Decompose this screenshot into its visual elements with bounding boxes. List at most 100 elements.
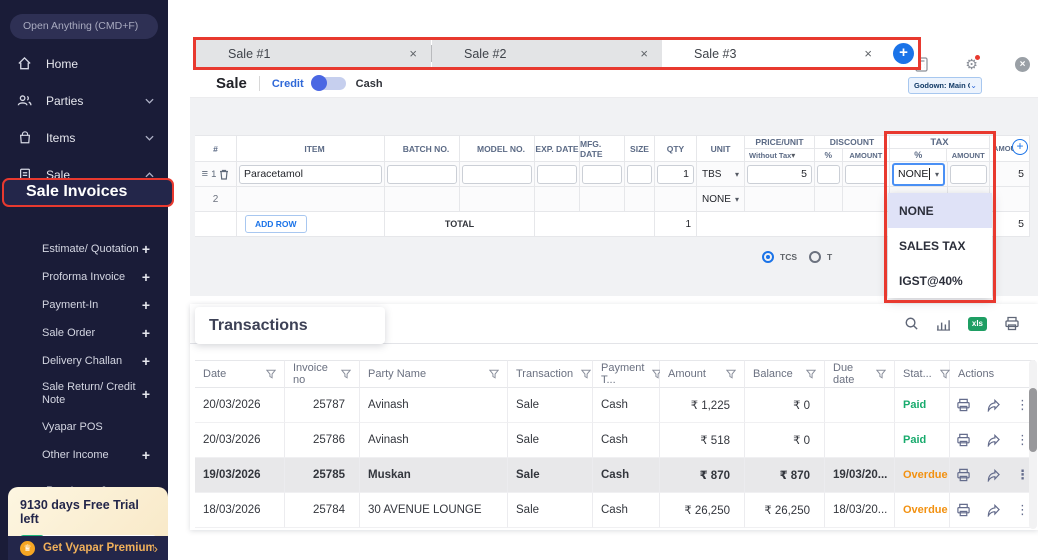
col-amount: Amount <box>660 360 745 388</box>
sidebar-item-payment-in[interactable]: Payment-In + <box>0 291 168 319</box>
close-tab-icon[interactable]: × <box>636 46 652 61</box>
filter-icon[interactable] <box>266 369 276 379</box>
tax-amount-input[interactable] <box>950 164 987 184</box>
filter-icon[interactable] <box>489 369 499 379</box>
print-icon[interactable] <box>1004 316 1020 331</box>
sidebar-item-parties[interactable]: Parties <box>0 82 168 119</box>
settings-gear-icon[interactable]: ⚙ <box>965 55 980 71</box>
sidebar-item-delivery-challan[interactable]: Delivery Challan + <box>0 347 168 375</box>
open-anything-search[interactable]: Open Anything (CMD+F) <box>10 14 158 39</box>
delete-row-icon[interactable] <box>219 169 229 180</box>
transaction-row[interactable]: 20/03/2026 25787 Avinash Sale Cash ₹ 1,2… <box>195 388 1035 423</box>
filter-icon[interactable] <box>341 369 351 379</box>
cell-amount: ₹ 26,250 <box>660 493 745 528</box>
add-column-button[interactable]: + <box>1012 139 1028 155</box>
discount-pct-input[interactable] <box>817 164 840 184</box>
sidebar: Open Anything (CMD+F) Home Parties Items <box>0 0 174 560</box>
add-row-button[interactable]: ADD ROW <box>245 215 307 233</box>
print-icon[interactable] <box>956 468 971 482</box>
total-amount: 5 <box>990 212 1030 237</box>
sidebar-item-sale-invoices-active[interactable]: Sale Invoices <box>2 178 174 207</box>
model-no-input[interactable] <box>462 164 532 184</box>
share-icon[interactable] <box>986 433 1001 447</box>
tax-option-none[interactable]: NONE <box>888 193 992 228</box>
unit-select[interactable]: NONE ▾ <box>697 194 744 205</box>
tax-option-igst40[interactable]: IGST@40% <box>888 263 992 298</box>
tab-sale-2[interactable]: Sale #2 × <box>432 40 662 67</box>
plus-icon[interactable]: + <box>140 386 152 402</box>
transactions-header-row: Date Invoice no Party Name Transaction P… <box>195 360 1035 388</box>
tcs-radio-selected[interactable] <box>762 251 774 263</box>
sidebar-item-sale-return-credit-note[interactable]: Sale Return/ Credit Note + <box>0 375 168 413</box>
cell-amount: ₹ 870 <box>660 458 745 493</box>
filter-icon[interactable] <box>876 369 886 379</box>
sidebar-item-items[interactable]: Items <box>0 119 168 156</box>
exp-date-input[interactable] <box>537 164 577 184</box>
size-input[interactable] <box>627 164 652 184</box>
cash-label[interactable]: Cash <box>356 78 383 90</box>
transaction-row-selected[interactable]: 19/03/2026 25785 Muskan Sale Cash ₹ 870 … <box>195 458 1035 493</box>
share-icon[interactable] <box>986 468 1001 482</box>
sidebar-item-home[interactable]: Home <box>0 45 168 82</box>
plus-icon[interactable]: + <box>140 447 152 463</box>
tab-sale-3-active[interactable]: Sale #3 × <box>662 40 886 67</box>
bar-chart-icon[interactable] <box>936 317 951 331</box>
plus-icon[interactable]: + <box>140 297 152 313</box>
sidebar-item-estimate-quotation[interactable]: Estimate/ Quotation + <box>0 235 168 263</box>
transactions-scrollbar-thumb[interactable] <box>1029 388 1037 452</box>
print-icon[interactable] <box>956 433 971 447</box>
plus-icon[interactable]: + <box>140 325 152 341</box>
close-tab-icon[interactable]: × <box>405 46 421 61</box>
cell-amount: ₹ 518 <box>660 423 745 458</box>
close-window-icon[interactable]: × <box>1015 56 1030 72</box>
item-name-cell[interactable] <box>237 187 385 212</box>
share-icon[interactable] <box>986 398 1001 412</box>
mfg-date-input[interactable] <box>582 164 622 184</box>
close-tab-icon[interactable]: × <box>860 46 876 61</box>
drag-handle-icon[interactable]: ≡ <box>202 168 208 180</box>
export-xls-icon[interactable]: xls <box>967 316 987 331</box>
qty-input[interactable]: 1 <box>657 164 694 184</box>
add-tab-button[interactable]: + <box>893 43 914 64</box>
kebab-menu-icon[interactable]: ⋮ <box>1016 502 1029 518</box>
filter-icon[interactable] <box>939 369 950 379</box>
get-premium-button[interactable]: ♛ Get Vyapar Premium › <box>8 536 168 560</box>
cell-transaction: Sale <box>508 423 593 458</box>
print-icon[interactable] <box>956 398 971 412</box>
kebab-menu-icon[interactable]: ⋮ <box>1016 397 1029 413</box>
sidebar-item-proforma-invoice[interactable]: Proforma Invoice + <box>0 263 168 291</box>
godown-select[interactable]: Godown: Main Go... ⌄ <box>908 77 982 94</box>
tab-sale-1[interactable]: Sale #1 × <box>196 40 431 67</box>
print-icon[interactable] <box>956 503 971 517</box>
price-input[interactable]: 5 <box>747 164 812 184</box>
plus-icon[interactable]: + <box>140 269 152 285</box>
cell-invoice: 25785 <box>285 458 360 493</box>
filter-icon[interactable] <box>726 369 736 379</box>
transactions-scrollbar-track[interactable] <box>1029 360 1037 529</box>
tax-select-combobox[interactable]: NONE ▾ <box>892 162 945 186</box>
search-icon[interactable] <box>904 316 919 331</box>
unit-select[interactable]: TBS ▾ <box>697 169 744 180</box>
item-name-input[interactable]: Paracetamol <box>239 164 382 184</box>
price-tax-mode-select[interactable]: Without Tax ▾ <box>745 149 814 161</box>
transaction-row[interactable]: 18/03/2026 25784 30 AVENUE LOUNGE Sale C… <box>195 493 1035 528</box>
plus-icon[interactable]: + <box>140 241 152 257</box>
credit-cash-toggle[interactable] <box>310 75 346 91</box>
sidebar-item-sale-order[interactable]: Sale Order + <box>0 319 168 347</box>
batch-no-input[interactable] <box>387 164 457 184</box>
tax-option-sales-tax[interactable]: SALES TAX <box>888 228 992 263</box>
transaction-row[interactable]: 20/03/2026 25786 Avinash Sale Cash ₹ 518… <box>195 423 1035 458</box>
sidebar-item-vyapar-pos[interactable]: Vyapar POS <box>0 413 168 441</box>
plus-icon[interactable]: + <box>140 353 152 369</box>
credit-label[interactable]: Credit <box>272 78 304 90</box>
share-icon[interactable] <box>986 503 1001 517</box>
kebab-menu-icon[interactable]: ⋮ <box>1016 467 1029 483</box>
filter-icon[interactable] <box>581 369 592 379</box>
filter-icon[interactable] <box>806 369 816 379</box>
kebab-menu-icon[interactable]: ⋮ <box>1016 432 1029 448</box>
col-item: ITEM <box>237 135 385 162</box>
second-radio[interactable] <box>809 251 821 263</box>
discount-amount-input[interactable] <box>845 164 887 184</box>
chevron-right-icon: › <box>153 540 158 556</box>
sidebar-item-other-income[interactable]: Other Income + <box>0 441 168 469</box>
